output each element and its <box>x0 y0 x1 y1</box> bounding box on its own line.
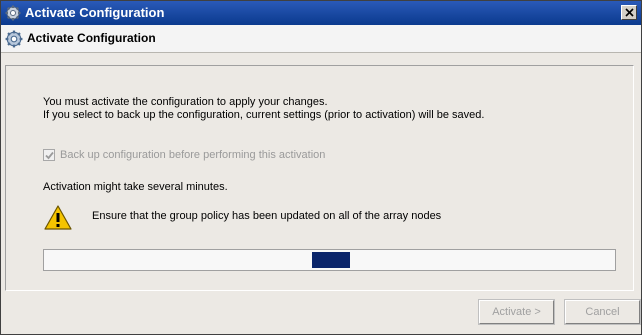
close-button[interactable] <box>621 5 637 20</box>
cancel-button[interactable]: Cancel <box>564 299 641 325</box>
dialog-window: Activate Configuration Activate Configur… <box>0 0 642 335</box>
backup-checkbox[interactable] <box>43 149 55 161</box>
warning-text: Ensure that the group policy has been up… <box>92 210 442 222</box>
gear-icon <box>5 30 23 48</box>
activate-button[interactable]: Activate > <box>478 299 555 325</box>
activation-message-line2: If you select to back up the configurati… <box>43 109 485 121</box>
page-title: Activate Configuration <box>27 31 156 45</box>
checkmark-icon <box>45 151 54 160</box>
activation-message-line1: You must activate the configuration to a… <box>43 96 328 108</box>
header-band: Activate Configuration <box>1 25 641 53</box>
progress-indicator <box>312 252 350 268</box>
warning-icon <box>43 204 73 232</box>
close-icon <box>625 8 634 17</box>
window-title: Activate Configuration <box>25 5 165 20</box>
activation-progress-bar <box>43 249 616 271</box>
backup-checkbox-label[interactable]: Back up configuration before performing … <box>60 148 325 162</box>
content-panel: You must activate the configuration to a… <box>5 65 634 291</box>
activation-note: Activation might take several minutes. <box>43 181 228 193</box>
gear-icon <box>5 5 21 21</box>
title-bar[interactable]: Activate Configuration <box>1 1 641 25</box>
